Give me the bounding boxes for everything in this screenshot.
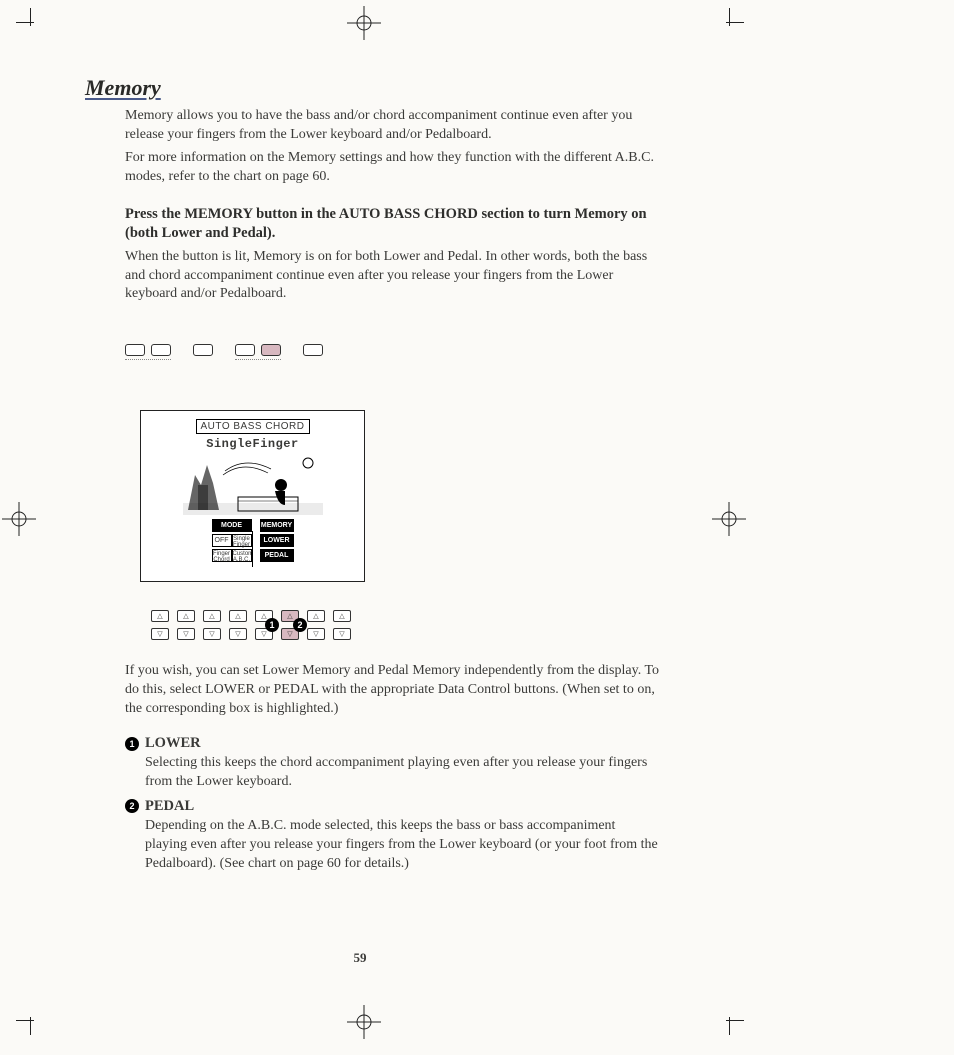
memory-button-highlighted [261, 344, 281, 356]
lcd-cell-lower: LOWER [260, 534, 294, 547]
lcd-mode-column: MODE OFF Single Finger Finger Chord Cust… [212, 519, 252, 562]
dc-down-button: ▽ [229, 628, 247, 640]
item-2-body: Depending on the A.B.C. mode selected, t… [145, 817, 660, 874]
item-1: 1 LOWER Selecting this keeps the chord a… [125, 735, 660, 792]
panel-button [303, 344, 323, 356]
panel-button [151, 344, 171, 356]
lcd-screen: AUTO BASS CHORD SingleFinger MODE OFF [140, 410, 365, 582]
dc-up-button: △ [229, 610, 247, 622]
lcd-cell-single: Single Finger [232, 534, 252, 547]
dc-down-button: ▽ [307, 628, 325, 640]
crop-mark-tr [716, 8, 744, 36]
page-content: Memory Memory allows you to have the bas… [85, 75, 660, 873]
dc-up-button: △ [151, 610, 169, 622]
dc-up-row: △ △ △ △ △ △ △ △ [151, 610, 660, 622]
item-1-body: Selecting this keeps the chord accompani… [145, 754, 660, 792]
instruction-heading: Press the MEMORY button in the AUTO BASS… [125, 205, 660, 244]
lcd-cell-finger: Finger Chord [212, 549, 232, 562]
callout-2-icon: 2 [293, 618, 307, 632]
dc-down-button: ▽ [177, 628, 195, 640]
lcd-menu-grid: MODE OFF Single Finger Finger Chord Cust… [212, 519, 294, 562]
item-2-number-icon: 2 [125, 799, 139, 813]
intro-paragraph-2: For more information on the Memory setti… [125, 149, 660, 187]
lcd-illustration [183, 455, 323, 515]
crop-mark-tl [16, 8, 44, 36]
dc-up-button: △ [177, 610, 195, 622]
crop-mark-bl [16, 1007, 44, 1035]
data-control-buttons: △ △ △ △ △ △ △ △ ▽ ▽ ▽ ▽ ▽ ▽ ▽ ▽ [151, 610, 660, 640]
lcd-memory-header: MEMORY [260, 519, 294, 532]
lcd-title-box: AUTO BASS CHORD [196, 419, 310, 434]
registration-mark-right [712, 502, 746, 536]
intro-paragraph-1: Memory allows you to have the bass and/o… [125, 107, 660, 145]
panel-button [235, 344, 255, 356]
section-heading: Memory [85, 75, 660, 101]
crop-mark-br [716, 1007, 744, 1035]
lcd-memory-column: MEMORY LOWER PEDAL [260, 519, 294, 562]
registration-mark-left [2, 502, 36, 536]
lcd-cell-pedal: PEDAL [260, 549, 294, 562]
instruction-body: When the button is lit, Memory is on for… [125, 248, 660, 305]
registration-mark-top [347, 6, 381, 40]
item-2-title: PEDAL [145, 798, 194, 815]
dc-up-button: △ [333, 610, 351, 622]
lcd-mode-text: SingleFinger [206, 437, 298, 451]
item-1-title: LOWER [145, 735, 201, 752]
dc-down-button: ▽ [203, 628, 221, 640]
registration-mark-bottom [347, 1005, 381, 1039]
panel-button [193, 344, 213, 356]
panel-button [125, 344, 145, 356]
dc-up-button: △ [307, 610, 325, 622]
lcd-callout-numbers: 1 2 [265, 618, 307, 632]
dc-down-button: ▽ [333, 628, 351, 640]
button-group-2 [235, 344, 281, 360]
post-lcd-paragraph: If you wish, you can set Lower Memory an… [125, 662, 660, 719]
lcd-cell-off: OFF [212, 534, 232, 547]
item-2: 2 PEDAL Depending on the A.B.C. mode sel… [125, 798, 660, 874]
callout-1-icon: 1 [265, 618, 279, 632]
button-group-1 [125, 344, 171, 360]
dc-down-button: ▽ [151, 628, 169, 640]
lcd-mode-header: MODE [212, 519, 252, 532]
dc-up-button: △ [203, 610, 221, 622]
item-1-number-icon: 1 [125, 737, 139, 751]
page-number: 59 [0, 950, 720, 966]
panel-button-row [125, 344, 660, 360]
lcd-cell-custom: Custom A.B.C. [232, 549, 252, 562]
dc-down-row: ▽ ▽ ▽ ▽ ▽ ▽ ▽ ▽ [151, 628, 660, 640]
